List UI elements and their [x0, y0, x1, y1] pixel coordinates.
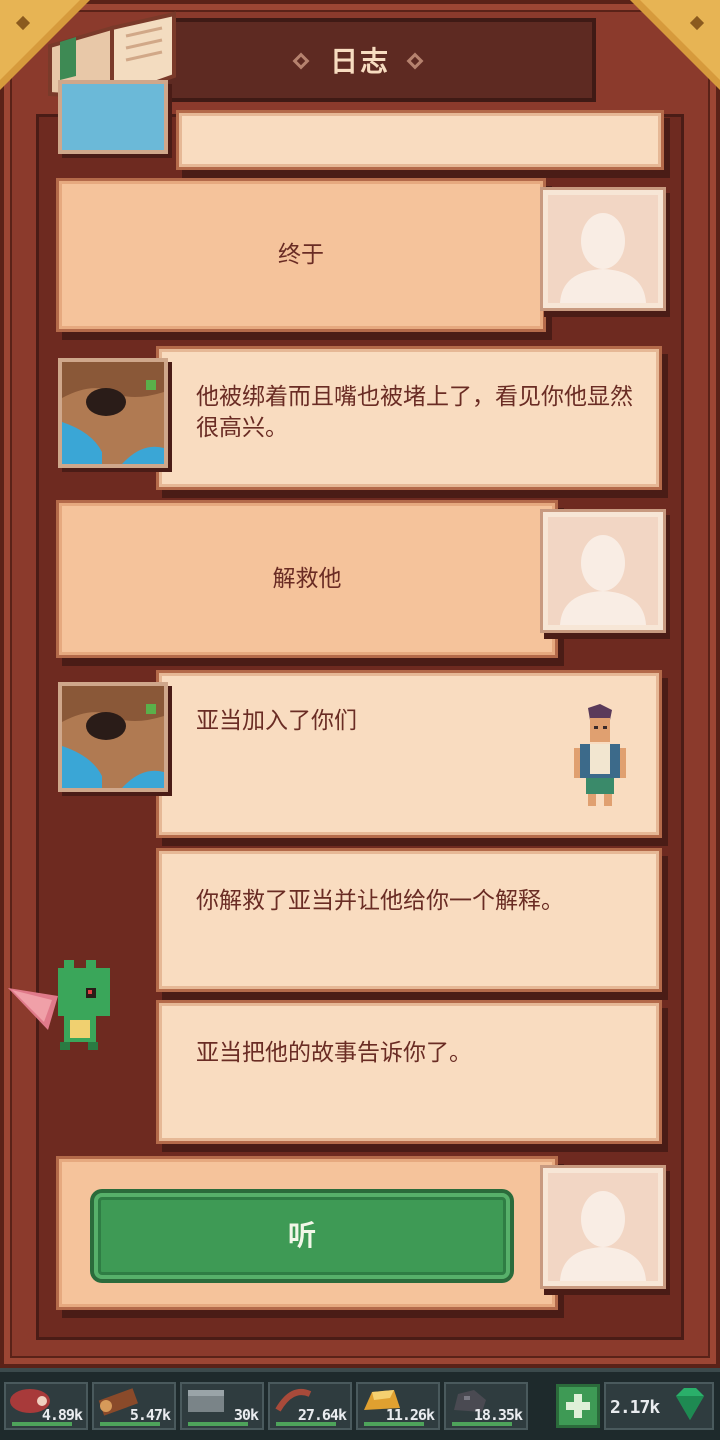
entry-text: 解救他	[272, 566, 342, 592]
resource-value: 30k	[233, 1406, 259, 1424]
entry-text: 终于	[278, 242, 324, 268]
cave-location-thumbnail	[58, 682, 168, 792]
add-gems-button[interactable]	[556, 1384, 600, 1428]
entry-text: 亚当把他的故事告诉你了。	[196, 1040, 472, 1066]
resource-gems[interactable]: 2.17k	[604, 1382, 714, 1430]
resource-coal[interactable]: 18.35k	[444, 1382, 528, 1430]
log-entry-choice: 解救他	[62, 506, 552, 652]
resource-bar: 4.89k 5.47k 30k 27.64k 11.26k 18.35k 2.1…	[0, 1368, 720, 1440]
resource-stone[interactable]: 30k	[180, 1382, 264, 1430]
adam-character-icon	[574, 704, 626, 806]
pet-dragon-icon[interactable]	[8, 960, 118, 1056]
log-entry-narration: 你解救了亚当并让他给你一个解释。	[162, 854, 656, 986]
resource-gold[interactable]: 11.26k	[356, 1382, 440, 1430]
player-portrait-placeholder	[543, 512, 663, 630]
player-portrait-placeholder	[543, 190, 663, 308]
log-entry-choice: 终于	[62, 184, 540, 326]
resource-rope[interactable]: 27.64k	[268, 1382, 352, 1430]
resource-value: 27.64k	[297, 1406, 347, 1424]
entry-text: 亚当加入了你们	[196, 708, 357, 734]
resource-value: 2.17k	[610, 1397, 660, 1418]
resource-wood[interactable]: 5.47k	[92, 1382, 176, 1430]
log-entry-narration: 亚当加入了你们	[162, 676, 656, 832]
silhouette-icon	[560, 1191, 646, 1281]
silhouette-icon	[560, 213, 646, 303]
player-portrait-placeholder	[543, 1168, 663, 1286]
resource-meat[interactable]: 4.89k	[4, 1382, 88, 1430]
resource-value: 18.35k	[473, 1406, 523, 1424]
log-entry-narration: 他被绑着而且嘴也被堵上了，看见你他显然很高兴。	[162, 352, 656, 484]
silhouette-icon	[560, 535, 646, 625]
log-entry-partial	[182, 116, 658, 164]
cave-location-thumbnail	[58, 358, 168, 468]
resource-value: 5.47k	[129, 1406, 171, 1424]
entry-text: 他被绑着而且嘴也被堵上了，看见你他显然很高兴。	[196, 384, 633, 441]
resource-value: 11.26k	[385, 1406, 435, 1424]
stone-icon	[188, 1390, 224, 1412]
resource-value: 4.89k	[41, 1406, 83, 1424]
plus-icon	[566, 1394, 590, 1418]
entry-text: 你解救了亚当并让他给你一个解释。	[196, 888, 564, 914]
gem-icon	[676, 1388, 704, 1420]
log-entry-narration: 亚当把他的故事告诉你了。	[162, 1006, 656, 1138]
listen-button[interactable]: 听	[94, 1193, 510, 1279]
location-thumbnail	[58, 80, 168, 154]
